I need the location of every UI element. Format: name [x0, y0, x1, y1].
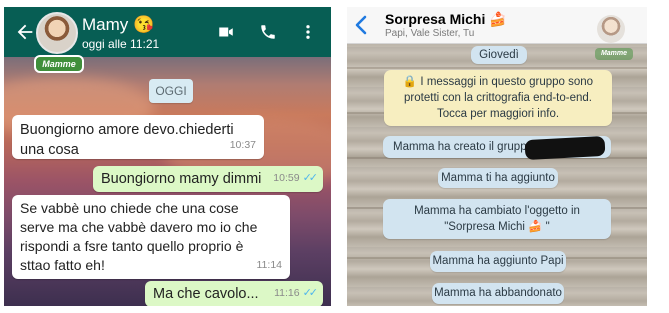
- message-outgoing[interactable]: Buongiorno mamy dimmi 10:59 ✓✓: [93, 166, 323, 192]
- date-chip: OGGI: [149, 79, 193, 103]
- system-event: Mamma ha cambiato l'oggetto in "Sorpresa…: [383, 199, 611, 239]
- encryption-notice[interactable]: 🔒 I messaggi in questo gruppo sono prote…: [384, 70, 612, 126]
- message-time: 11:16 ✓✓: [274, 287, 319, 299]
- message-time: 11:14: [256, 259, 283, 271]
- message-text: Buongiorno amore devo.chiederti una cosa: [20, 122, 234, 158]
- system-event: Mamma ti ha aggiunto: [438, 168, 558, 188]
- read-receipt-icon: ✓✓: [302, 172, 319, 184]
- message-time: 10:37: [229, 139, 256, 151]
- last-seen-status: oggi alle 11:21: [82, 37, 160, 51]
- phone-call-icon[interactable]: [259, 23, 277, 41]
- message-time: 10:59 ✓✓: [273, 172, 319, 184]
- message-text: Se vabbè uno chiede che una cose serve m…: [20, 200, 258, 273]
- redacted-scribble: [524, 135, 606, 161]
- wood-grain: [347, 67, 647, 69]
- ios-group-chat-panel: Sorpresa Michi 🍰 Papi, Vale Sister, Tu M…: [347, 7, 647, 306]
- read-receipt-icon: ✓✓: [302, 287, 319, 299]
- mamme-logo: Mamme: [34, 55, 84, 73]
- message-incoming[interactable]: Se vabbè uno chiede che una cose serve m…: [12, 195, 290, 279]
- system-event: Mamma ha aggiunto Papi: [430, 251, 566, 272]
- message-outgoing[interactable]: Ma che cavolo... 11:16 ✓✓: [145, 281, 323, 306]
- back-chevron-icon[interactable]: [355, 15, 367, 35]
- contact-name[interactable]: Mamy 😘: [82, 15, 154, 35]
- more-options-icon[interactable]: [304, 23, 312, 41]
- video-call-icon[interactable]: [216, 23, 236, 41]
- mamme-logo: Mamme: [595, 48, 633, 60]
- chat-header: Mamy 😘 oggi alle 11:21: [4, 7, 331, 57]
- group-members: Papi, Vale Sister, Tu: [385, 28, 475, 39]
- system-event: Mamma ha abbandonato: [432, 283, 564, 304]
- group-avatar[interactable]: [597, 15, 625, 43]
- group-name[interactable]: Sorpresa Michi 🍰: [385, 11, 507, 28]
- message-incoming[interactable]: Buongiorno amore devo.chiederti una cosa…: [12, 115, 264, 159]
- avatar[interactable]: [36, 12, 78, 54]
- android-chat-panel: Mamy 😘 oggi alle 11:21 Mamme OGGI Buongi…: [4, 7, 331, 306]
- date-chip: Giovedì: [471, 46, 527, 64]
- back-arrow-icon[interactable]: [14, 21, 36, 43]
